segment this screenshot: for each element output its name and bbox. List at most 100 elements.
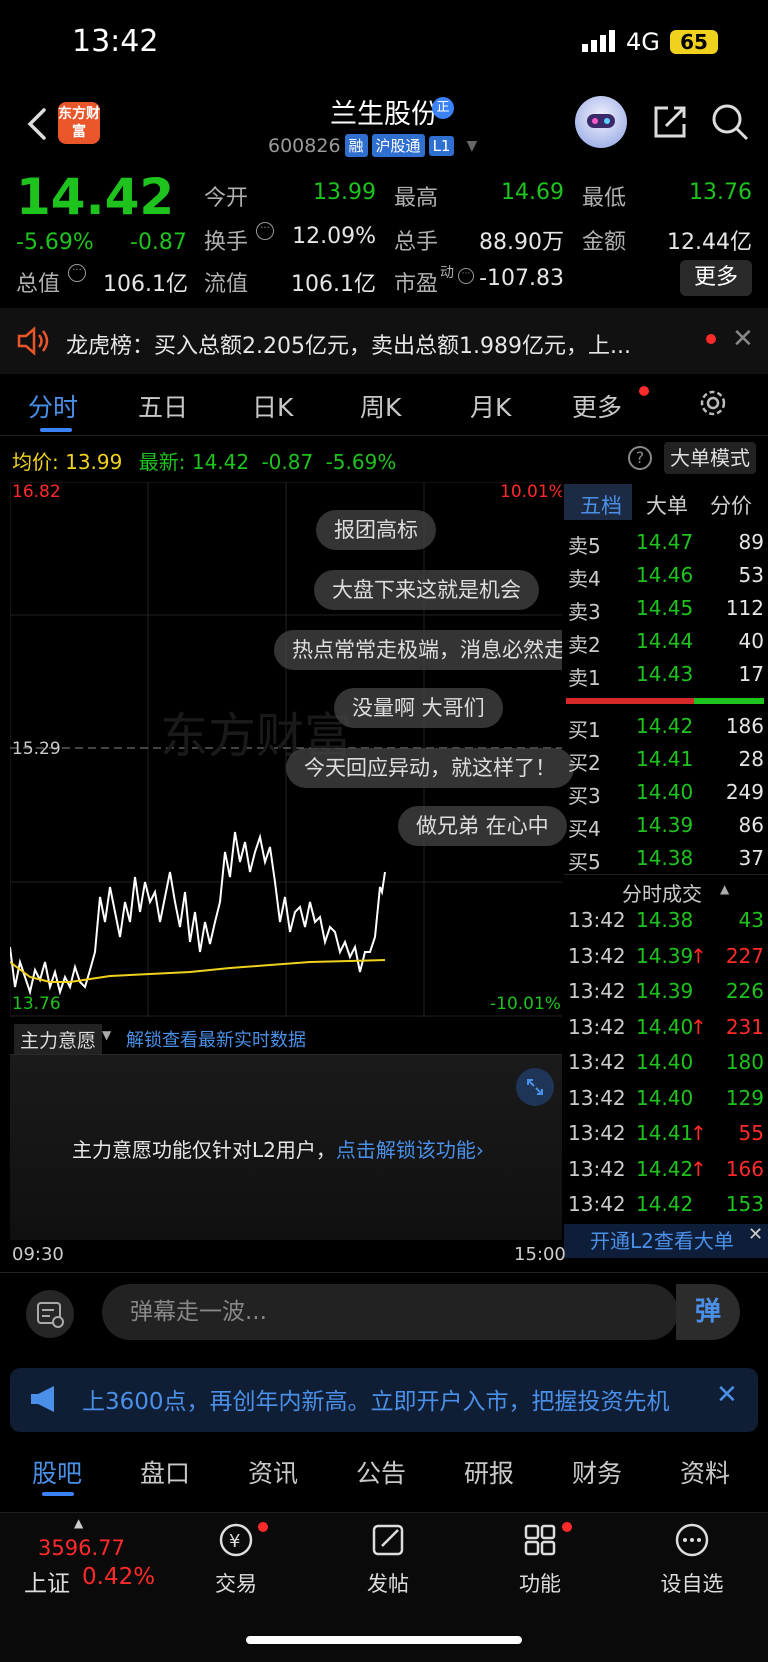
tick-row: 13:42 14.42 ↑ 166 xyxy=(568,1156,764,1181)
tab-news[interactable]: 资讯 xyxy=(248,1454,298,1490)
sell-row-2: 卖2 14.44 40 xyxy=(568,629,764,657)
megaphone-icon xyxy=(31,1386,54,1412)
danmu-input[interactable]: 弹幕走一波... xyxy=(102,1284,678,1340)
intent-unlock-link[interactable]: 解锁查看最新实时数据 xyxy=(126,1026,306,1052)
danmu-bubble[interactable]: 报团高标 xyxy=(316,510,436,550)
tab-weekly-k[interactable]: 周K xyxy=(360,388,401,424)
tab-research[interactable]: 研报 xyxy=(464,1454,514,1490)
buy-row-1: 买1 14.42 186 xyxy=(568,714,764,742)
expand-icon[interactable] xyxy=(516,1068,554,1106)
label-pe: 市盈 xyxy=(394,272,439,297)
tab-five-day[interactable]: 五日 xyxy=(138,388,188,424)
unread-dot xyxy=(258,1522,268,1532)
more-button[interactable]: 更多 xyxy=(680,260,752,296)
danmu-settings-icon[interactable] xyxy=(26,1290,74,1338)
nav-functions-label: 功能 xyxy=(519,1572,561,1596)
big-order-mode-button[interactable]: 大单模式 xyxy=(664,442,756,474)
danmu-bubble[interactable]: 做兄弟 在心中 xyxy=(398,806,567,846)
tab-announcements[interactable]: 公告 xyxy=(356,1454,406,1490)
nav-post[interactable]: 发帖 xyxy=(338,1520,438,1598)
chart-mid-left-label: 15.29 xyxy=(12,739,61,759)
search-icon[interactable] xyxy=(710,102,750,142)
label-market-cap: 总值 xyxy=(16,272,61,297)
chevron-up-icon[interactable]: ▲ xyxy=(720,882,729,896)
chevron-down-icon[interactable]: ▼ xyxy=(102,1028,111,1042)
danmu-bubble[interactable]: 没量啊 大哥们 xyxy=(334,688,503,728)
chevron-right-icon[interactable]: › xyxy=(476,1138,484,1162)
info-icon[interactable]: ··· xyxy=(256,222,274,240)
tick-row: 13:42 14.41 ↑ 55 xyxy=(568,1121,764,1145)
info-icon[interactable]: ··· xyxy=(458,268,474,284)
bid-ask-ratio-bar xyxy=(566,698,764,704)
tick-row: 13:42 14.38 43 xyxy=(568,908,764,932)
robot-avatar[interactable] xyxy=(575,96,627,148)
index-name[interactable]: 上证 xyxy=(24,1564,70,1598)
change-amount: -0.87 xyxy=(130,230,187,255)
nav-add-watchlist[interactable]: 设自选 xyxy=(642,1520,742,1598)
danmu-bubble[interactable]: 今天回应异动，就这样了！ xyxy=(286,748,574,788)
close-icon[interactable]: ✕ xyxy=(732,324,754,354)
tab-more[interactable]: 更多 xyxy=(572,388,622,424)
tab-intraday[interactable]: 分时 xyxy=(28,388,78,424)
intent-bar: 主力意愿 ▼ 解锁查看最新实时数据 xyxy=(10,1020,562,1055)
chevron-up-icon[interactable]: ▲ xyxy=(74,1516,83,1530)
value-market-cap: 106.1亿 xyxy=(103,272,188,297)
ad-text[interactable]: 上3600点，再创年内新高。立即开户入市，把握投资先机 xyxy=(82,1382,702,1416)
tab-monthly-k[interactable]: 月K xyxy=(470,388,511,424)
danmu-bubble[interactable]: 热点常常走极端，消息必然走 xyxy=(274,630,562,670)
label-open: 今开 xyxy=(204,186,249,211)
time-start-label: 09:30 xyxy=(12,1244,64,1265)
nav-trade-label: 交易 xyxy=(215,1572,257,1596)
tab-daily-k[interactable]: 日K xyxy=(252,388,293,424)
tab-profile[interactable]: 资料 xyxy=(680,1454,730,1490)
buy-row-5: 买5 14.38 37 xyxy=(568,846,764,874)
sell-row-4: 卖4 14.46 53 xyxy=(568,563,764,591)
chart-bot-left-label: 13.76 xyxy=(12,994,61,1014)
network-type: 4G xyxy=(626,28,660,56)
tag-level: L1 xyxy=(428,135,455,156)
share-icon[interactable] xyxy=(650,102,690,142)
help-icon[interactable]: ? xyxy=(628,446,652,470)
tick-row: 13:42 14.39 ↑ 227 xyxy=(568,943,764,968)
latest-label: 最新: xyxy=(138,450,186,474)
stock-code-row[interactable]: 600826 融 沪股通 L1 ▼ xyxy=(268,134,477,157)
label-volume: 总手 xyxy=(394,230,439,255)
arrow-up-icon: ↑ xyxy=(690,1121,707,1145)
info-icon[interactable]: ··· xyxy=(68,264,86,282)
l2-upgrade-banner[interactable]: 开通L2查看大单 xyxy=(564,1224,768,1258)
tab-order-book[interactable]: 盘口 xyxy=(140,1454,190,1490)
latest-pct: -5.69% xyxy=(325,450,397,474)
arrow-up-icon: ↑ xyxy=(690,943,707,968)
chart-bot-right-label: -10.01% xyxy=(490,994,561,1014)
tick-row: 13:42 14.40 129 xyxy=(568,1085,764,1110)
ticks-title[interactable]: 分时成交 xyxy=(622,878,702,907)
nav-functions[interactable]: 功能 xyxy=(490,1520,590,1598)
value-pe: -107.83 xyxy=(479,266,564,291)
nav-trade[interactable]: ¥ 交易 xyxy=(186,1520,286,1598)
settings-icon[interactable] xyxy=(698,388,728,418)
index-pct[interactable]: 0.42% xyxy=(82,1564,155,1590)
latest-value: 14.42 xyxy=(191,450,250,474)
tab-big-orders[interactable]: 大单 xyxy=(646,490,688,520)
danmu-send-button[interactable]: 弹 xyxy=(676,1284,740,1340)
tab-forum[interactable]: 股吧 xyxy=(32,1454,82,1490)
danmu-bubble[interactable]: 大盘下来这就是机会 xyxy=(314,570,539,610)
label-high: 最高 xyxy=(394,186,439,211)
arrow-up-icon: ↑ xyxy=(690,1156,707,1181)
value-high: 14.69 xyxy=(501,180,564,205)
close-icon[interactable]: ✕ xyxy=(716,1380,738,1410)
value-turnover: 12.09% xyxy=(292,224,376,249)
tab-five-levels[interactable]: 五档 xyxy=(580,490,622,520)
close-icon[interactable]: ✕ xyxy=(748,1224,763,1245)
tab-price-dist[interactable]: 分价 xyxy=(710,490,752,520)
intent-unlock-button[interactable]: 点击解锁该功能 xyxy=(336,1138,476,1162)
label-amount: 金额 xyxy=(582,230,627,255)
dragon-tiger-text[interactable]: 龙虎榜：买入总额2.205亿元，卖出总额1.989亿元，上... xyxy=(66,328,681,360)
index-value[interactable]: 3596.77 xyxy=(38,1536,125,1560)
sell-row-5: 卖5 14.47 89 xyxy=(568,530,764,558)
avg-value: 13.99 xyxy=(65,450,123,474)
tab-finance[interactable]: 财务 xyxy=(572,1454,622,1490)
intent-title[interactable]: 主力意愿 xyxy=(14,1024,103,1055)
tab-underline xyxy=(40,428,72,432)
battery-icon: 65 xyxy=(670,30,718,54)
